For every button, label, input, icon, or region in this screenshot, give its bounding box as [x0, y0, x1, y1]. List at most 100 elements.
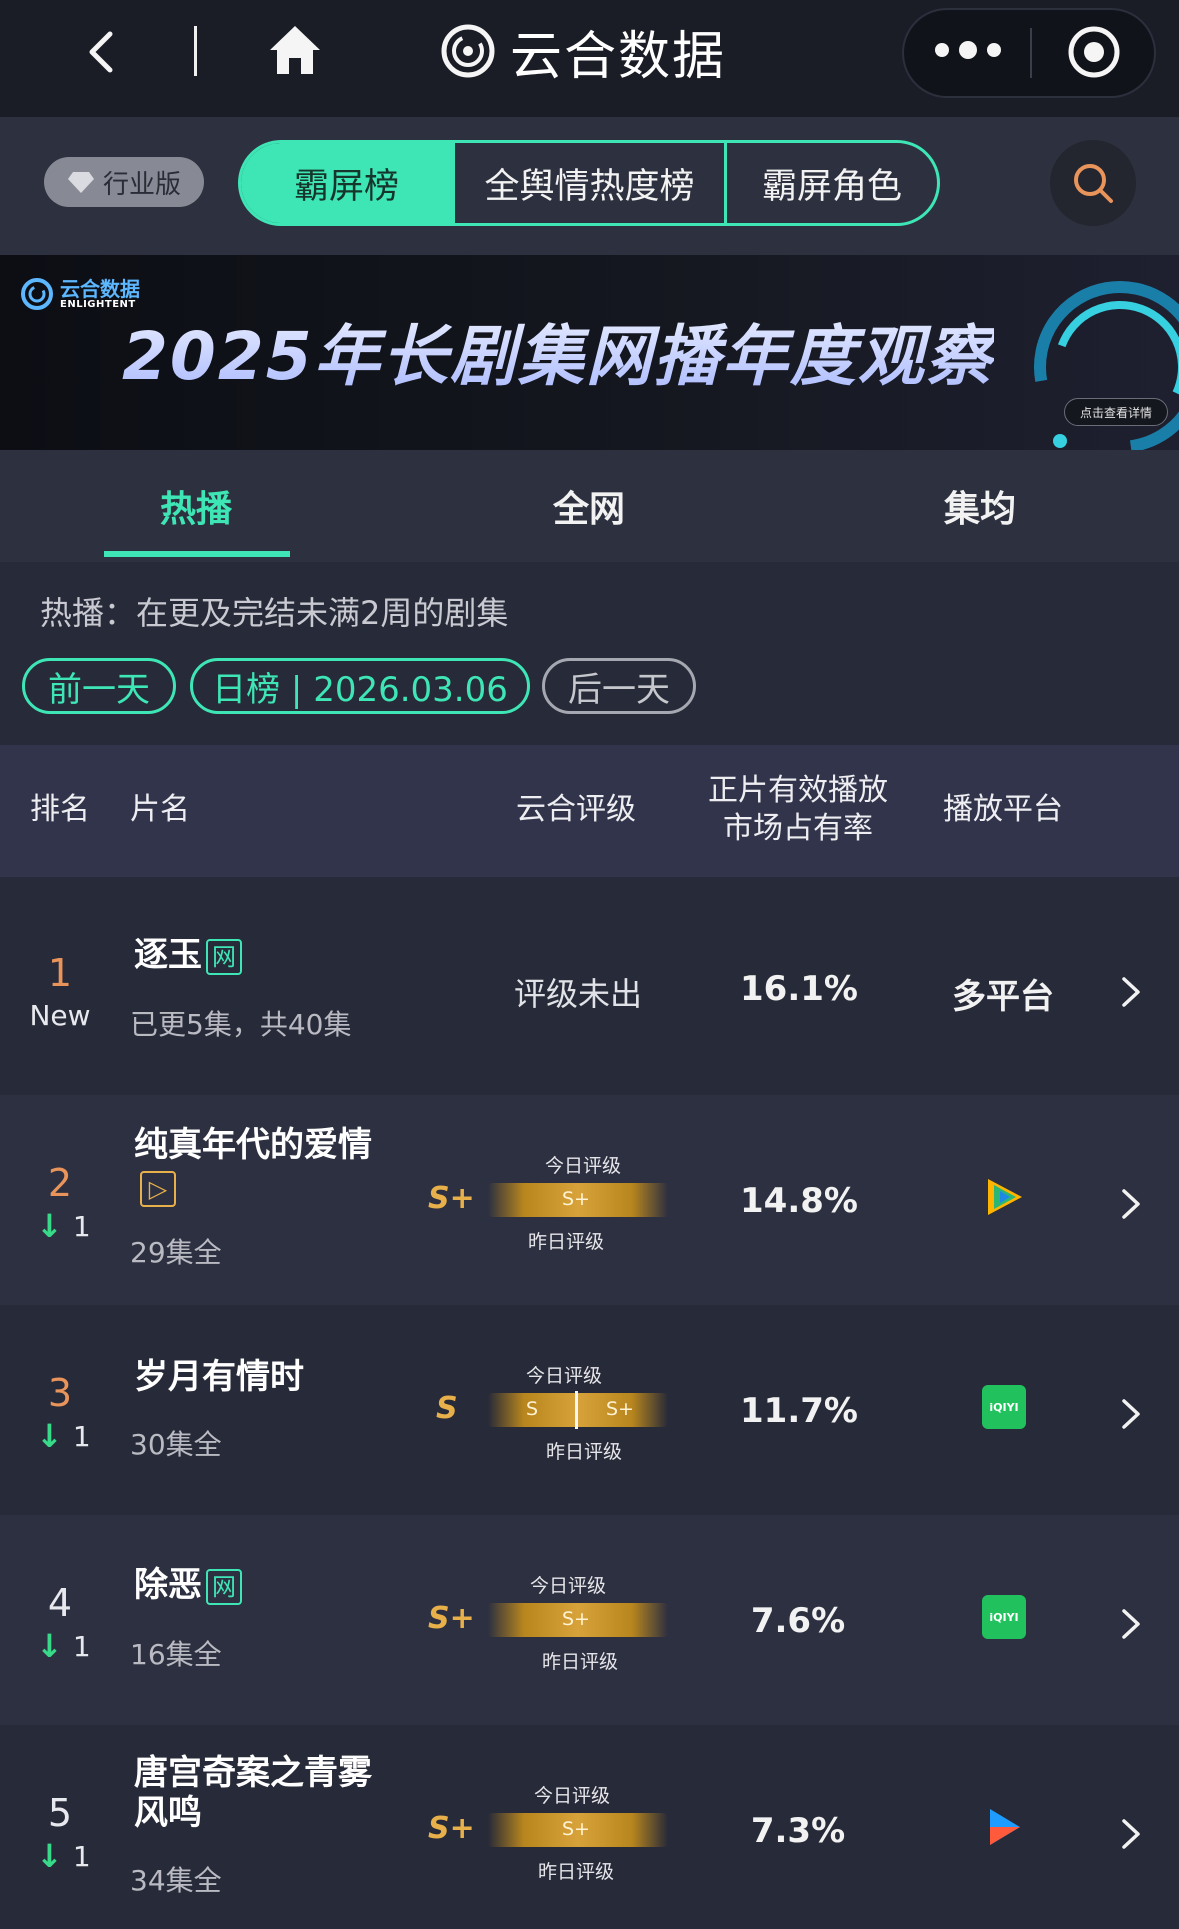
market-share: 14.8%: [740, 1181, 858, 1221]
close-miniprogram-icon[interactable]: [1066, 24, 1122, 80]
rank-change: ↓ 1: [36, 1417, 91, 1455]
col-platform: 播放平台: [943, 792, 1063, 827]
col-title: 片名: [130, 792, 190, 827]
chevron-right-icon[interactable]: [1120, 1607, 1142, 1641]
original-drama-tag: ▷: [140, 1171, 176, 1207]
home-icon[interactable]: [266, 22, 324, 78]
web-drama-tag: 网: [206, 938, 242, 975]
tab-jijun[interactable]: 集均: [944, 480, 1016, 532]
app-brand: 云合数据: [440, 16, 727, 87]
web-drama-tag: 网: [206, 1568, 242, 1605]
col-grade: 云合评级: [516, 792, 636, 827]
table-row[interactable]: 2 ↓ 1 纯真年代的爱情 ▷ 29集全 S+ 今日评级 S+ 昨日评级 14.…: [0, 1095, 1179, 1305]
chevron-right-icon[interactable]: [1120, 975, 1142, 1009]
table-row[interactable]: 1 New 逐玉网 已更5集，共40集 评级未出 16.1% 多平台: [0, 885, 1179, 1095]
back-arrow-icon[interactable]: [80, 28, 128, 76]
banner-view-details-button[interactable]: 点击查看详情: [1064, 398, 1168, 426]
grade-pending: 评级未出: [514, 975, 643, 1013]
chevron-right-icon[interactable]: [1120, 1187, 1142, 1221]
gauge-grade-value: S+: [562, 1188, 590, 1210]
capsule-divider: [1030, 28, 1032, 78]
tencent-video-icon: [988, 1179, 1022, 1215]
rank-number: 4: [47, 1581, 73, 1625]
chevron-right-icon[interactable]: [1120, 1397, 1142, 1431]
rank-change-value: 1: [72, 1629, 91, 1663]
search-icon: [1074, 164, 1113, 203]
youku-icon: [990, 1809, 1020, 1845]
drama-title: 纯真年代的爱情: [134, 1125, 372, 1165]
rank-change: ↓ 1: [36, 1837, 91, 1875]
grade-letter: S+: [428, 1811, 475, 1846]
gauge-yesterday-label: 昨日评级: [538, 1861, 615, 1883]
segment-role[interactable]: 霸屏角色: [724, 143, 937, 223]
gauge-today-label: 今日评级: [545, 1155, 622, 1177]
prev-day-button[interactable]: 前一天: [22, 658, 176, 714]
drama-title: 除恶网: [134, 1565, 242, 1605]
episode-info: 29集全: [130, 1236, 222, 1269]
market-share: 7.3%: [750, 1811, 846, 1851]
col-share-line2: 市场占有率: [723, 811, 873, 846]
rank-change-value: 1: [72, 1419, 91, 1453]
gauge-yesterday-label: 昨日评级: [542, 1651, 619, 1673]
segment-bapingbang[interactable]: 霸屏榜: [241, 143, 452, 223]
industry-edition-badge[interactable]: 行业版: [44, 157, 204, 207]
drama-title-text: 逐玉: [134, 935, 202, 975]
grade-letter: S+: [428, 1601, 475, 1636]
rank-number: 5: [47, 1791, 73, 1835]
rank-change: ↓ 1: [36, 1627, 91, 1665]
annual-report-banner[interactable]: 云合数据 ENLIGHTENT 2025年长剧集网播年度观察 点击查看详情: [0, 255, 1179, 450]
play-tag-icon: ▷: [140, 1171, 176, 1207]
gauge-today-label: 今日评级: [534, 1785, 611, 1807]
active-tab-indicator: [104, 551, 290, 557]
drama-title-line1: 唐宫奇案之青雾: [134, 1753, 372, 1793]
segment-yuqing-heat[interactable]: 全舆情热度榜: [452, 143, 724, 223]
grade-gauge: [488, 1393, 668, 1427]
col-share-line1: 正片有效播放: [708, 773, 888, 808]
rank-number: 3: [47, 1371, 73, 1415]
drama-title-line2: 风鸣: [134, 1793, 202, 1833]
episode-info: 16集全: [130, 1638, 222, 1671]
grade-letter: S: [436, 1391, 458, 1426]
episode-info: 30集全: [130, 1428, 222, 1461]
gauge-grade-value: S+: [562, 1608, 590, 1630]
industry-edition-label: 行业版: [102, 169, 181, 200]
platform-multi: 多平台: [952, 977, 1054, 1017]
rank-change-value: 1: [72, 1839, 91, 1873]
banner-logo-icon: [21, 278, 53, 310]
table-row[interactable]: 5 ↓ 1 唐宫奇案之青雾 风鸣 34集全 S+ 今日评级 S+ 昨日评级 7.…: [0, 1725, 1179, 1929]
drama-title-text: 除恶: [134, 1565, 202, 1605]
col-rank: 排名: [30, 792, 90, 827]
brand-logo-icon: [441, 24, 495, 78]
iqiyi-icon: iQIYI: [982, 1385, 1026, 1429]
chevron-right-icon[interactable]: [1120, 1817, 1142, 1851]
ranking-segment-control: 霸屏榜 全舆情热度榜 霸屏角色: [238, 140, 940, 226]
more-icon[interactable]: [932, 28, 1004, 72]
rank-number: 1: [47, 951, 73, 995]
table-row[interactable]: 3 ↓ 1 岁月有情时 30集全 S 今日评级 S S+ 昨日评级 11.7% …: [0, 1305, 1179, 1515]
tab-quanwang[interactable]: 全网: [553, 480, 625, 532]
arrow-down-icon: ↓: [36, 1837, 63, 1875]
drama-title: 逐玉网: [134, 935, 242, 975]
search-button[interactable]: [1050, 140, 1136, 226]
list-description: 热播：在更及完结未满2周的剧集: [40, 594, 509, 632]
gauge-today-label: 今日评级: [530, 1575, 607, 1597]
next-day-button[interactable]: 后一天: [542, 658, 696, 714]
market-share: 7.6%: [750, 1601, 846, 1641]
brand-title: 云合数据: [510, 26, 727, 87]
iqiyi-icon: iQIYI: [982, 1595, 1026, 1639]
gauge-yesterday-label: 昨日评级: [528, 1231, 605, 1253]
table-row[interactable]: 4 ↓ 1 除恶网 16集全 S+ 今日评级 S+ 昨日评级 7.6% iQIY…: [0, 1515, 1179, 1725]
episode-info: 34集全: [130, 1864, 222, 1897]
drama-title: 岁月有情时: [134, 1357, 304, 1397]
gauge-today-label: 今日评级: [526, 1365, 603, 1387]
grade-letter: S+: [428, 1181, 475, 1216]
diamond-icon: [67, 172, 94, 193]
gauge-yesterday-label: 昨日评级: [546, 1441, 623, 1463]
drama-title: 唐宫奇案之青雾 风鸣: [134, 1753, 372, 1833]
tab-rebo[interactable]: 热播: [160, 480, 232, 532]
rank-change: ↓ 1: [36, 1207, 91, 1245]
gauge-grade-left: S: [526, 1398, 539, 1420]
date-selector[interactable]: 日榜 | 2026.03.06: [190, 658, 530, 714]
nav-divider: [194, 26, 197, 76]
gauge-grade-right: S+: [606, 1398, 634, 1420]
